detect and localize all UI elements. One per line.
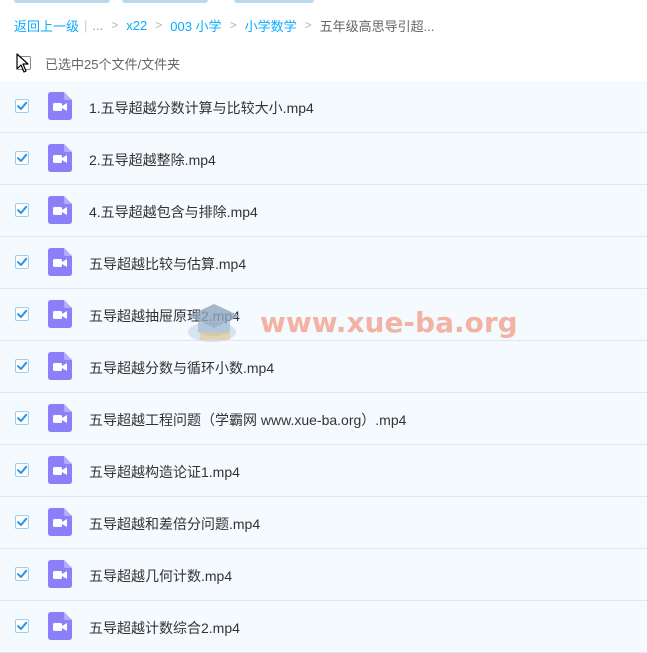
video-file-icon — [48, 612, 72, 640]
file-row[interactable]: 五导超越工程问题（学霸网 www.xue-ba.org）.mp4 — [0, 393, 647, 445]
checkmark-icon — [17, 309, 28, 318]
back-link[interactable]: 返回上一级 — [14, 16, 79, 35]
row-checkbox[interactable] — [15, 99, 29, 113]
mouse-pointer-icon — [16, 53, 29, 73]
file-row[interactable]: 2.五导超越整除.mp4 — [0, 133, 647, 185]
file-name[interactable]: 2.五导超越整除.mp4 — [89, 150, 216, 170]
chevron-right-icon: > — [155, 18, 163, 32]
row-checkbox[interactable] — [15, 359, 29, 373]
video-file-icon — [48, 560, 72, 588]
file-name[interactable]: 五导超越几何计数.mp4 — [89, 566, 232, 586]
file-row[interactable]: 五导超越和差倍分问题.mp4 — [0, 497, 647, 549]
chevron-right-icon: > — [304, 18, 312, 32]
file-name[interactable]: 五导超越抽屉原理2.mp4 — [89, 306, 240, 326]
file-name[interactable]: 1.五导超越分数计算与比较大小.mp4 — [89, 98, 314, 118]
row-checkbox[interactable] — [15, 203, 29, 217]
checkmark-icon — [17, 257, 28, 266]
row-checkbox[interactable] — [15, 307, 29, 321]
selection-bar: 已选中25个文件/文件夹 — [0, 44, 647, 80]
checkmark-icon — [17, 465, 28, 474]
file-name[interactable]: 五导超越比较与估算.mp4 — [89, 254, 246, 274]
video-file-icon — [48, 248, 72, 276]
file-name[interactable]: 五导超越工程问题（学霸网 www.xue-ba.org）.mp4 — [89, 410, 406, 430]
selection-count: 已选中25个文件/文件夹 — [45, 57, 181, 72]
breadcrumb-item-x22[interactable]: x22 — [126, 18, 147, 33]
video-file-icon — [48, 456, 72, 484]
row-checkbox[interactable] — [15, 567, 29, 581]
checkmark-icon — [17, 569, 28, 578]
breadcrumb-current: 五年级高思导引超... — [319, 18, 435, 34]
row-checkbox[interactable] — [15, 411, 29, 425]
row-checkbox[interactable] — [15, 255, 29, 269]
checkmark-icon — [17, 153, 28, 162]
video-file-icon — [48, 196, 72, 224]
breadcrumb-divider: | — [84, 17, 88, 33]
video-file-icon — [48, 144, 72, 172]
file-row[interactable]: 五导超越比较与估算.mp4 — [0, 237, 647, 289]
file-row[interactable]: 五导超越构造论证1.mp4 — [0, 445, 647, 497]
video-file-icon — [48, 300, 72, 328]
row-checkbox[interactable] — [15, 151, 29, 165]
checkmark-icon — [17, 413, 28, 422]
row-checkbox[interactable] — [15, 463, 29, 477]
breadcrumb-item-math[interactable]: 小学数学 — [245, 16, 297, 35]
file-name[interactable]: 五导超越分数与循环小数.mp4 — [89, 358, 274, 378]
file-name[interactable]: 4.五导超越包含与排除.mp4 — [89, 202, 258, 222]
video-file-icon — [48, 404, 72, 432]
file-row[interactable]: 五导超越分数与循环小数.mp4 — [0, 341, 647, 393]
checkmark-icon — [17, 621, 28, 630]
checkmark-icon — [17, 205, 28, 214]
chevron-right-icon: > — [229, 18, 237, 32]
breadcrumb-ellipsis[interactable]: ... — [92, 18, 103, 33]
video-file-icon — [48, 508, 72, 536]
row-checkbox[interactable] — [15, 515, 29, 529]
file-row[interactable]: 五导超越计数综合2.mp4 — [0, 601, 647, 653]
top-scroll-strip — [0, 0, 647, 4]
checkmark-icon — [17, 101, 28, 110]
chevron-right-icon: > — [111, 18, 119, 32]
breadcrumb-item-003[interactable]: 003 小学 — [170, 16, 221, 35]
breadcrumb: 返回上一级 | ... > x22 > 003 小学 > 小学数学 > 五年级高… — [14, 14, 434, 36]
file-row[interactable]: 五导超越几何计数.mp4 — [0, 549, 647, 601]
row-checkbox[interactable] — [15, 619, 29, 633]
checkmark-icon — [17, 517, 28, 526]
file-row[interactable]: 五导超越抽屉原理2.mp4 — [0, 289, 647, 341]
checkmark-icon — [17, 361, 28, 370]
file-list: 1.五导超越分数计算与比较大小.mp4 2.五导超越整除.mp4 4.五导超越包含与… — [0, 81, 647, 653]
video-file-icon — [48, 352, 72, 380]
video-file-icon — [48, 92, 72, 120]
file-name[interactable]: 五导超越构造论证1.mp4 — [89, 462, 240, 482]
file-row[interactable]: 1.五导超越分数计算与比较大小.mp4 — [0, 81, 647, 133]
file-name[interactable]: 五导超越计数综合2.mp4 — [89, 618, 240, 638]
file-name[interactable]: 五导超越和差倍分问题.mp4 — [89, 514, 260, 534]
file-row[interactable]: 4.五导超越包含与排除.mp4 — [0, 185, 647, 237]
